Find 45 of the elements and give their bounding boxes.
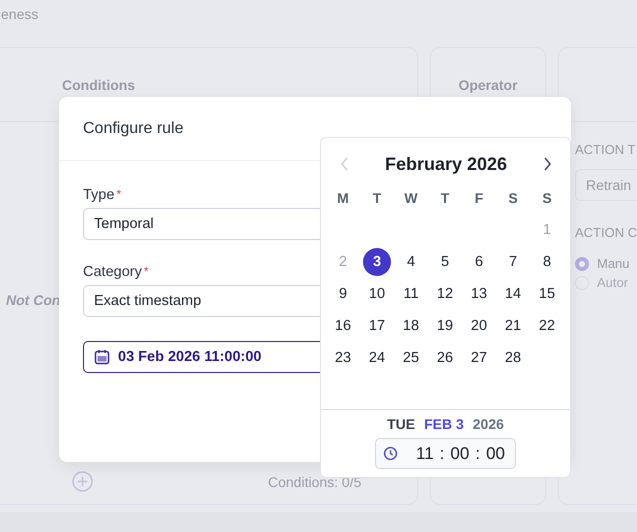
time-separator: : — [475, 444, 480, 464]
minutes-value[interactable]: 00 — [450, 444, 470, 464]
card-title: Operator — [458, 76, 518, 92]
calendar-icon — [94, 349, 110, 365]
calendar-day[interactable]: 5 — [431, 248, 459, 276]
weekday-header: T — [372, 190, 382, 206]
calendar-day[interactable]: 23 — [329, 344, 357, 372]
required-mark: * — [144, 264, 149, 280]
calendar-day[interactable]: 27 — [465, 344, 493, 372]
clock-icon — [383, 446, 398, 461]
heading-text: eness — [1, 6, 38, 22]
radio-button[interactable] — [575, 256, 589, 270]
weekday-header: S — [542, 190, 552, 206]
calendar-day[interactable]: 8 — [533, 248, 561, 276]
field-label: Type — [83, 187, 114, 203]
add-icon[interactable] — [72, 471, 93, 492]
calendar-day[interactable]: 28 — [499, 344, 527, 372]
seconds-value[interactable]: 00 — [486, 444, 505, 464]
weekday-header: M — [337, 190, 349, 206]
time-separator: : — [440, 444, 444, 464]
date-value: 03 Feb 2026 11:00:00 — [118, 349, 262, 365]
time-field[interactable]: 11 : 00 : 00 — [375, 438, 516, 469]
empty-state-text: Not Con — [6, 292, 60, 308]
weekday-header: W — [404, 190, 418, 206]
weekday-text: TUE — [387, 416, 416, 432]
hours-value[interactable]: 11 — [416, 444, 434, 464]
weekday-header: T — [440, 190, 450, 206]
calendar-day[interactable]: 25 — [397, 344, 425, 372]
radio-label: Autor — [597, 275, 628, 290]
weekday-header: S — [508, 190, 518, 206]
calendar-day[interactable]: 7 — [499, 248, 527, 276]
date-text: FEB 3 — [424, 416, 464, 432]
radio-label: Manu — [597, 256, 630, 271]
year-text: 2026 — [472, 416, 504, 432]
calendar-day[interactable]: 4 — [397, 248, 425, 276]
field-label: ACTION T — [575, 142, 636, 157]
card-title: Conditions — [62, 76, 136, 92]
calendar-day[interactable]: 3 — [363, 248, 391, 276]
calendar-day[interactable]: 6 — [465, 248, 493, 276]
weekday-header: F — [474, 190, 484, 206]
field-label: Category — [83, 264, 142, 280]
field-label: ACTION C — [575, 225, 637, 240]
required-mark: * — [116, 187, 122, 203]
calendar-day[interactable]: 26 — [431, 344, 459, 372]
calendar-day[interactable]: 24 — [363, 344, 391, 372]
